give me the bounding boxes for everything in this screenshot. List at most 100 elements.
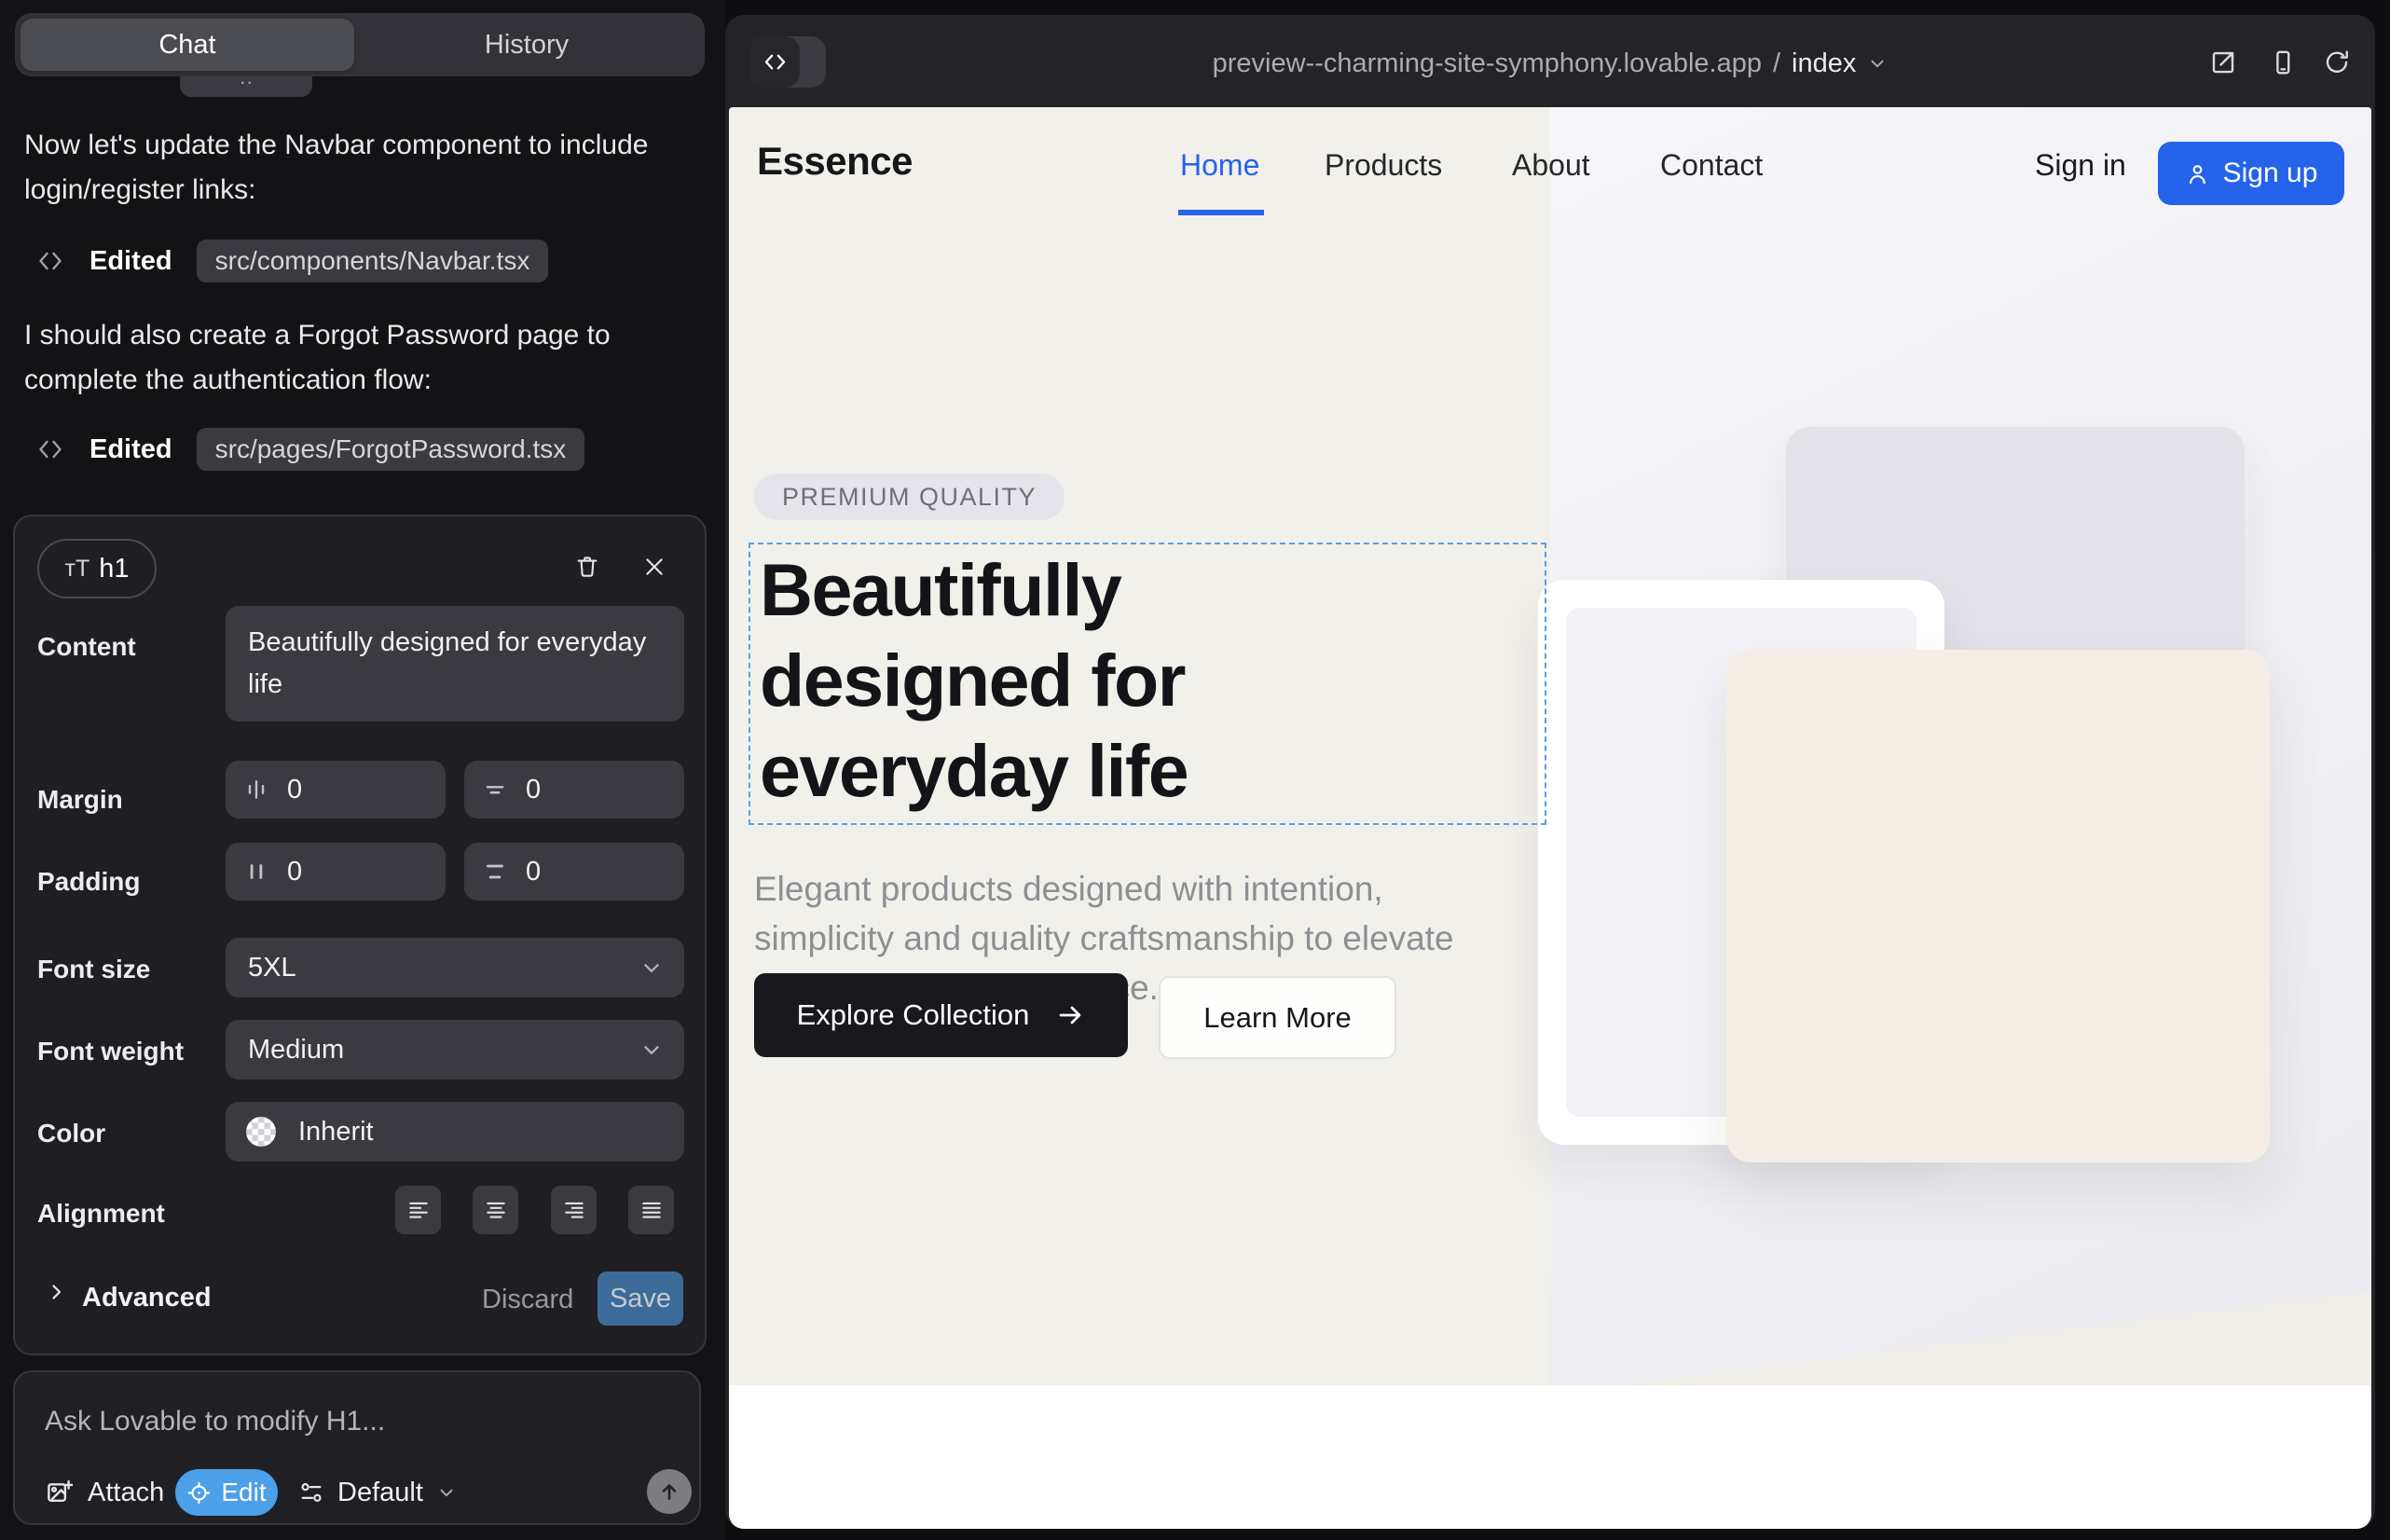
send-button[interactable] [647,1469,692,1514]
site-logo[interactable]: Essence [757,139,913,184]
close-editor-button[interactable] [634,546,675,587]
alignment-label: Alignment [37,1199,165,1229]
arrow-right-icon [1055,1000,1085,1030]
arrow-up-icon [657,1479,681,1504]
decorative-card-cream [1726,650,2270,1162]
edited-label: Edited [89,246,172,277]
padding-label: Padding [37,867,140,897]
refresh-icon [2323,48,2351,76]
close-icon [642,555,666,579]
color-label: Color [37,1119,105,1148]
edit-mode-button[interactable]: Edit [175,1469,278,1516]
scrolled-chip: ·· [180,76,312,97]
edited-label: Edited [89,434,172,465]
font-size-label: Font size [37,955,150,984]
refresh-button[interactable] [2323,48,2351,76]
nav-link-home[interactable]: Home [1180,148,1259,183]
chat-sidebar: Chat History ·· Now let's update the Nav… [0,0,725,1540]
font-weight-label: Font weight [37,1037,184,1066]
font-weight-select[interactable]: Medium [226,1020,684,1079]
font-size-select[interactable]: 5XL [226,938,684,997]
align-left-icon [406,1198,431,1222]
chevron-right-icon [45,1281,67,1303]
chat-history-tabbar: Chat History [15,13,705,76]
learn-more-button[interactable]: Learn More [1159,976,1396,1059]
padding-horizontal-icon [244,859,268,884]
chevron-down-icon [639,956,664,980]
content-label: Content [37,632,136,662]
trash-icon [574,554,600,580]
site-next-section [729,1385,2371,1529]
edited-file-chip[interactable]: src/pages/ForgotPassword.tsx [197,428,585,471]
sign-up-button[interactable]: Sign up [2158,142,2344,205]
explore-collection-button[interactable]: Explore Collection [754,973,1128,1057]
discard-button[interactable]: Discard [482,1285,573,1315]
align-justify-button[interactable] [628,1186,674,1234]
padding-vertical-input[interactable]: 0 [464,843,684,901]
chat-message: I should also create a Forgot Password p… [24,313,667,403]
attach-button[interactable]: Attach [45,1469,164,1516]
content-textarea[interactable]: Beautifully designed for everyday life [226,606,684,722]
open-external-button[interactable] [2209,48,2237,76]
chat-composer[interactable]: Ask Lovable to modify H1... Attach Edit … [13,1370,701,1525]
browser-preview-panel: preview--charming-site-symphony.lovable.… [725,15,2375,1529]
user-icon [2185,161,2210,186]
chevron-down-icon [1867,53,1888,74]
site-viewport: Essence Home Products About Contact Sign… [729,107,2371,1529]
align-justify-icon [639,1198,664,1222]
site-navbar: Essence Home Products About Contact Sign… [729,107,2371,224]
align-right-icon [562,1198,586,1222]
chevron-down-icon [436,1482,457,1503]
align-right-button[interactable] [551,1186,597,1234]
selected-h1-element[interactable]: Beautifully designed for everyday life [749,543,1546,825]
margin-horizontal-input[interactable]: 0 [226,761,446,818]
image-plus-icon [45,1478,73,1506]
composer-placeholder[interactable]: Ask Lovable to modify H1... [45,1406,385,1437]
edited-file-row[interactable]: Edited src/pages/ForgotPassword.tsx [37,427,584,472]
nav-active-underline [1178,210,1264,215]
margin-label: Margin [37,785,123,815]
nav-link-about[interactable]: About [1512,148,1590,183]
target-icon [186,1480,212,1506]
tab-history[interactable]: History [354,19,699,71]
url-host: preview--charming-site-symphony.lovable.… [1213,48,1762,79]
sign-in-link[interactable]: Sign in [2035,148,2126,183]
model-selector[interactable]: Default [298,1469,457,1516]
padding-vertical-icon [483,859,507,884]
sliders-icon [298,1479,324,1506]
align-center-button[interactable] [473,1186,518,1234]
code-icon [37,436,63,462]
margin-vertical-input[interactable]: 0 [464,761,684,818]
margin-horizontal-icon [244,777,268,802]
code-icon [37,248,63,274]
nav-link-products[interactable]: Products [1325,148,1442,183]
color-select[interactable]: Inherit [226,1102,684,1162]
color-swatch [246,1117,276,1147]
tab-chat[interactable]: Chat [21,19,354,71]
chat-message: Now let's update the Navbar component to… [24,123,667,213]
url-separator: / [1773,48,1780,79]
align-center-icon [484,1198,508,1222]
align-left-button[interactable] [395,1186,441,1234]
element-tag-pill[interactable]: тT h1 [37,539,157,598]
nav-link-contact[interactable]: Contact [1660,148,1763,183]
mobile-view-button[interactable] [2269,48,2297,76]
chevron-down-icon [639,1038,664,1062]
type-icon: тT [65,556,90,583]
hero-heading[interactable]: Beautifully designed for everyday life [760,544,1366,816]
hero-badge: PREMIUM QUALITY [754,474,1065,520]
mobile-icon [2269,48,2297,76]
element-editor-panel: тT h1 Content Beautifully designed for e… [13,515,707,1355]
url-page: index [1792,48,1856,79]
edited-file-chip[interactable]: src/components/Navbar.tsx [197,240,549,282]
delete-element-button[interactable] [567,546,608,587]
margin-vertical-icon [483,777,507,802]
advanced-expander[interactable] [45,1281,67,1303]
advanced-label[interactable]: Advanced [82,1283,212,1313]
element-tag-label: h1 [99,554,129,584]
external-link-icon [2209,48,2237,76]
save-button[interactable]: Save [598,1272,683,1326]
padding-horizontal-input[interactable]: 0 [226,843,446,901]
url-bar[interactable]: preview--charming-site-symphony.lovable.… [725,48,2375,78]
edited-file-row[interactable]: Edited src/components/Navbar.tsx [37,239,548,283]
